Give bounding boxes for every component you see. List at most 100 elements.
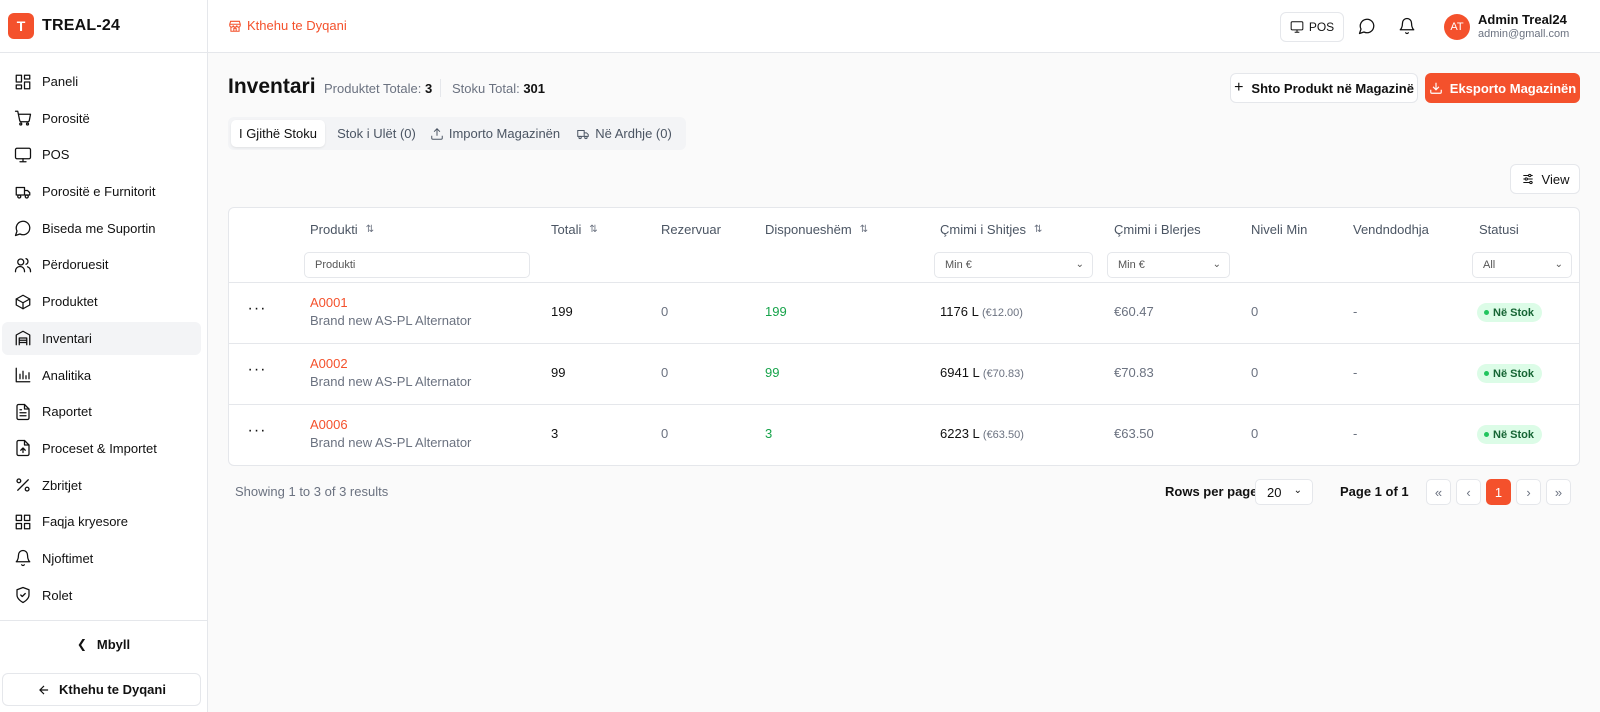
rows-per-page-select[interactable]: 20 ⌄ [1255,479,1313,505]
filter-value: Min € [1118,259,1145,271]
sell-price-eur: (€70.83) [982,368,1024,380]
sidebar-item-label: Proceset & Importet [42,440,157,456]
status-filter-select[interactable]: All ⌄ [1472,252,1572,278]
tab-label: Stok i Ulët (0) [337,126,416,141]
sidebar-item-roles[interactable]: Rolet [2,579,201,612]
sidebar-item-processes-imports[interactable]: Proceset & Importet [2,432,201,465]
cart-icon [14,110,32,126]
brand-logo[interactable]: T [8,13,34,39]
notifications-button[interactable] [1398,17,1416,35]
truck-icon [577,129,589,139]
collapse-sidebar-button[interactable]: ❮ Mbyll [0,630,207,658]
column-header-sell-price[interactable]: Çmimi i Shitjes ⇅ [940,222,1042,237]
next-page-button[interactable]: › [1516,479,1541,505]
chevron-down-icon: ⌄ [1075,259,1084,270]
tab-import-warehouse[interactable]: Importo Magazinën [428,120,562,147]
column-header-available[interactable]: Disponueshëm ⇅ [765,222,868,237]
current-page-button[interactable]: 1 [1486,479,1511,505]
collapse-label: Mbyll [96,636,131,652]
sliders-icon [1522,173,1533,185]
previous-page-button[interactable]: ‹ [1456,479,1481,505]
grid-icon [15,514,31,530]
chart-icon [15,367,31,383]
buy-price-value: €60.47 [1114,304,1154,319]
sidebar-item-discounts[interactable]: Zbritjet [2,469,201,502]
sidebar-item-label: Zbritjet [42,477,82,493]
add-product-to-warehouse-button[interactable]: + Shto Produkt në Magazinë [1230,73,1418,103]
messages-button[interactable] [1358,17,1376,35]
chat-icon [14,220,31,237]
avatar[interactable]: AT [1444,14,1470,40]
sidebar-item-porosite[interactable]: Porositë [2,102,201,135]
column-header-product[interactable]: Produkti ⇅ [310,222,374,237]
document-icon [16,403,30,420]
page-indicator: Page 1 of 1 [1340,484,1409,499]
sidebar-item-label: Analitika [42,367,92,383]
sidebar-item-supplier-orders[interactable]: Porositë e Furnitorit [2,175,201,208]
sidebar-item-reports[interactable]: Raportet [2,395,201,428]
sell-price-min-filter[interactable]: Min € ⌄ [934,252,1093,278]
total-products-value: 3 [424,81,433,96]
sell-price-eur: (€12.00) [981,307,1023,319]
dashboard-icon [15,74,31,89]
product-sku-link[interactable]: A0002 [310,356,348,371]
sidebar-item-analytics[interactable]: Analitika [2,359,201,392]
row-actions-button[interactable]: ··· [247,362,267,383]
pos-button[interactable]: POS [1280,12,1344,42]
first-page-button[interactable]: « [1426,479,1451,505]
sidebar-item-users[interactable]: Përdoruesit [2,248,201,281]
tab-low-stock[interactable]: Stok i Ulët (0) [327,120,426,147]
store-icon [229,20,241,32]
sidebar-item-support-chat[interactable]: Biseda me Suportin [2,212,201,245]
add-product-label: Shto Produkt në Magazinë [1251,80,1414,96]
product-filter-input[interactable]: Produkti [304,252,530,278]
buy-price-min-filter[interactable]: Min € ⌄ [1107,252,1230,278]
sort-icon[interactable]: ⇅ [860,224,868,235]
export-warehouse-button[interactable]: Eksporto Magazinën [1425,73,1580,103]
available-value: 3 [765,426,773,441]
sidebar-divider [0,620,207,621]
export-label: Eksporto Magazinën [1449,80,1577,96]
column-header-total[interactable]: Totali ⇅ [551,222,598,237]
view-options-button[interactable]: View [1510,164,1580,194]
sort-icon[interactable]: ⇅ [589,224,597,235]
last-page-button[interactable]: » [1546,479,1571,505]
total-stock-label: Stoku Total: [452,81,520,96]
back-to-shop-button[interactable]: Kthehu te Dyqani [2,673,201,706]
sidebar-item-notifications[interactable]: Njoftimet [2,542,201,575]
row-actions-button[interactable]: ··· [247,423,267,444]
sidebar-item-inventory[interactable]: Inventari [2,321,201,355]
sidebar-item-paneli[interactable]: Paneli [2,65,201,98]
product-sku-link[interactable]: A0006 [310,417,348,432]
sell-price-lek: 6941 L [940,365,980,380]
product-sku-link[interactable]: A0001 [310,295,348,310]
sidebar: T TREAL-24 Paneli Porositë POS Porositë … [0,0,208,712]
warehouse-icon [15,330,31,346]
sort-icon[interactable]: ⇅ [1034,224,1042,235]
back-to-shop-link[interactable]: Kthehu te Dyqani [228,18,347,33]
rows-per-page-value: 20 [1267,484,1282,500]
brand-name[interactable]: TREAL-24 [42,17,120,35]
back-to-shop-text: Kthehu te Dyqani [247,18,347,33]
total-value: 199 [551,304,573,319]
sidebar-item-pos[interactable]: POS [2,138,201,171]
view-label: View [1541,171,1570,187]
user-name[interactable]: Admin Treal24 [1478,12,1567,27]
filter-value: Min € [945,259,972,271]
sell-price-lek: 6223 L [940,426,980,441]
status-badge: Në Stok [1477,425,1542,444]
sidebar-item-products[interactable]: Produktet [2,285,201,318]
column-label: Produkti [310,222,358,237]
sidebar-item-label: Porositë e Furnitorit [42,184,156,200]
sidebar-item-homepage[interactable]: Faqja kryesore [2,505,201,538]
tab-incoming[interactable]: Në Ardhje (0) [565,120,683,147]
column-header-reserved: Rezervuar [661,222,721,237]
sidebar-nav: Paneli Porositë POS Porositë e Furnitori… [0,53,207,612]
column-label: Rezervuar [661,222,721,237]
sort-icon[interactable]: ⇅ [366,224,374,235]
tab-all-stock[interactable]: I Gjithë Stoku [231,120,325,147]
upload-icon [431,127,443,140]
filter-value: All [1483,259,1496,271]
chevron-left-icon: ❮ [76,637,87,651]
row-actions-button[interactable]: ··· [247,301,267,322]
